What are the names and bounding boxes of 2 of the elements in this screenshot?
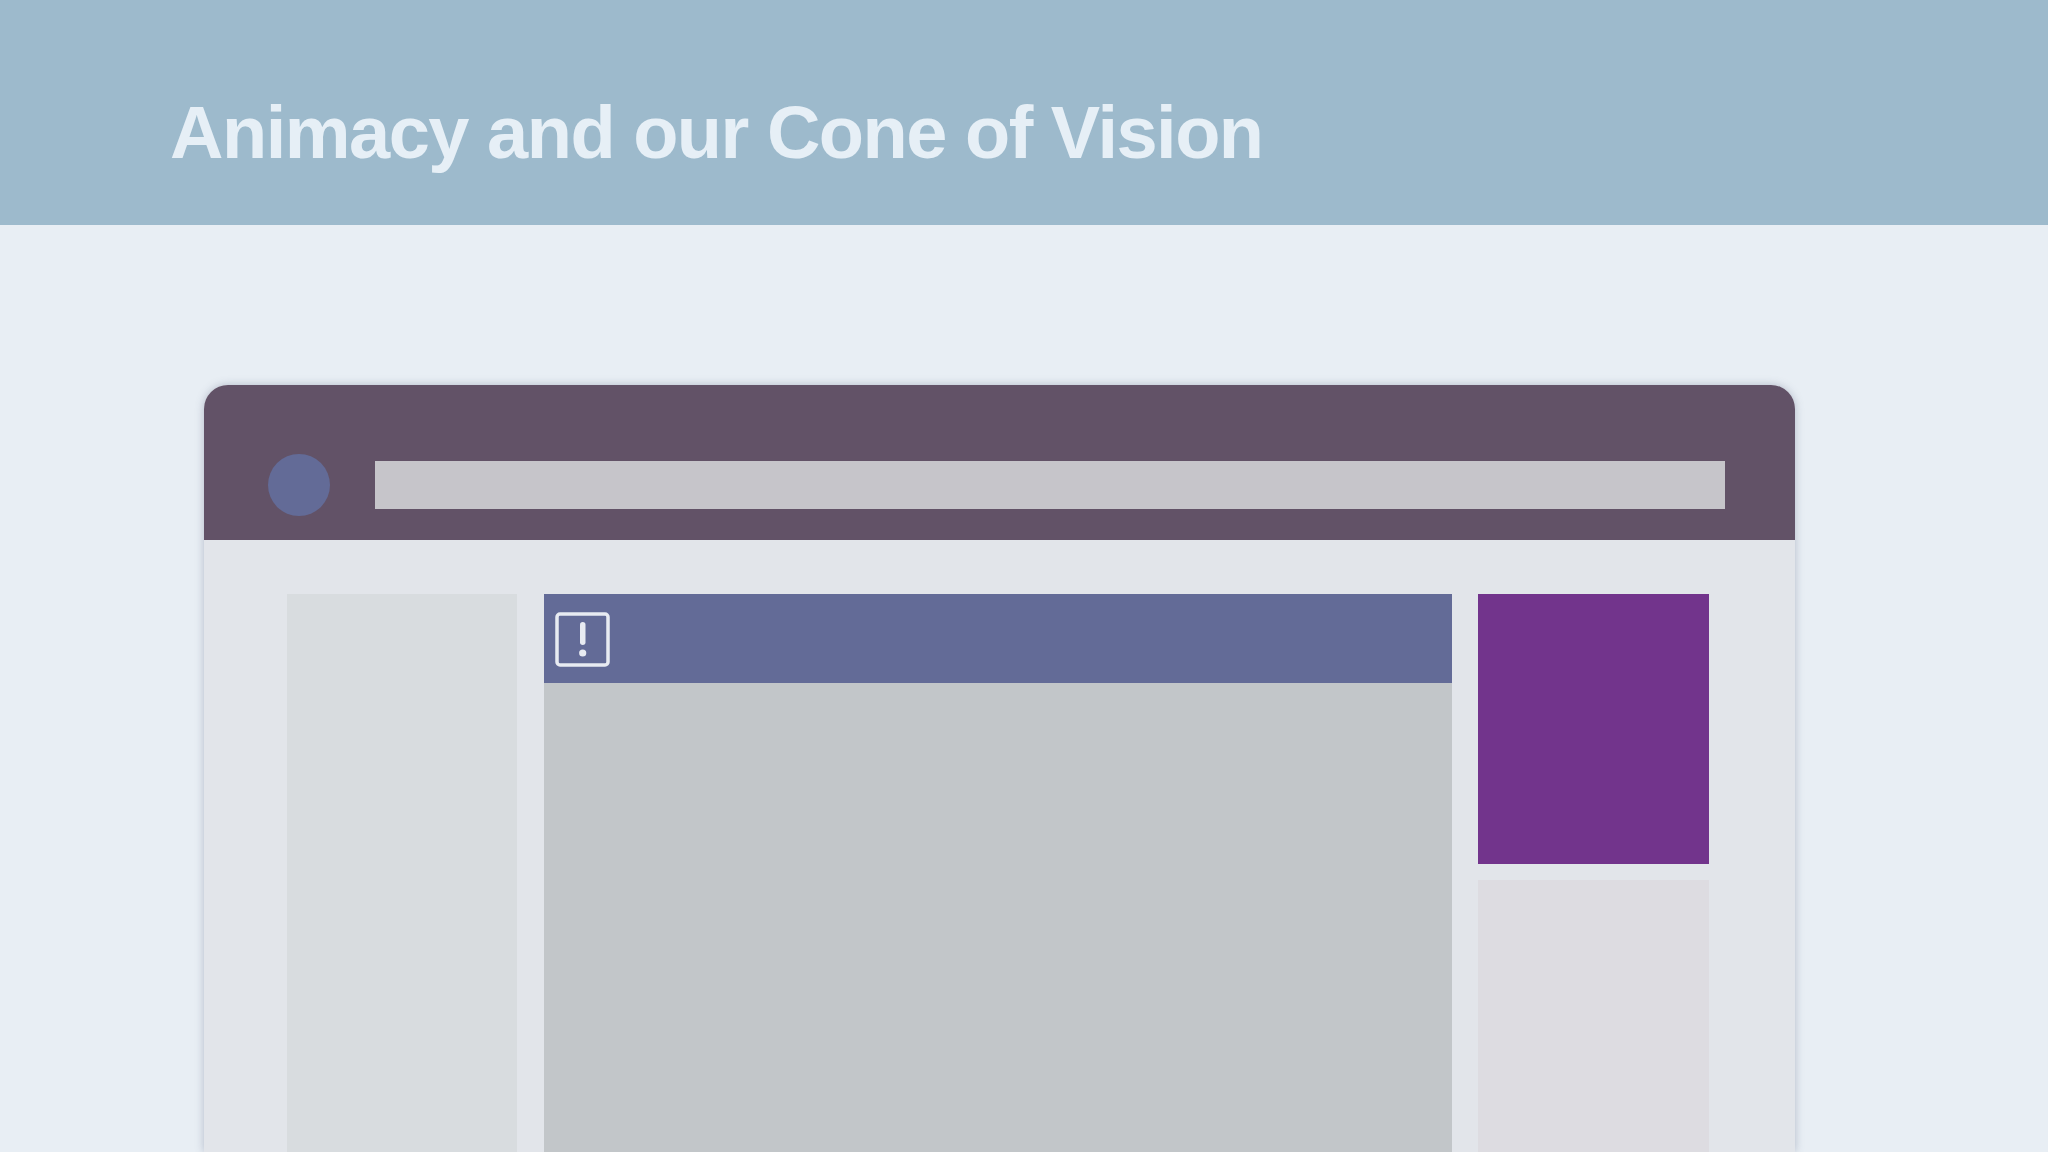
slide-title: Animacy and our Cone of Vision: [170, 95, 1263, 172]
alert-icon: [555, 612, 610, 667]
